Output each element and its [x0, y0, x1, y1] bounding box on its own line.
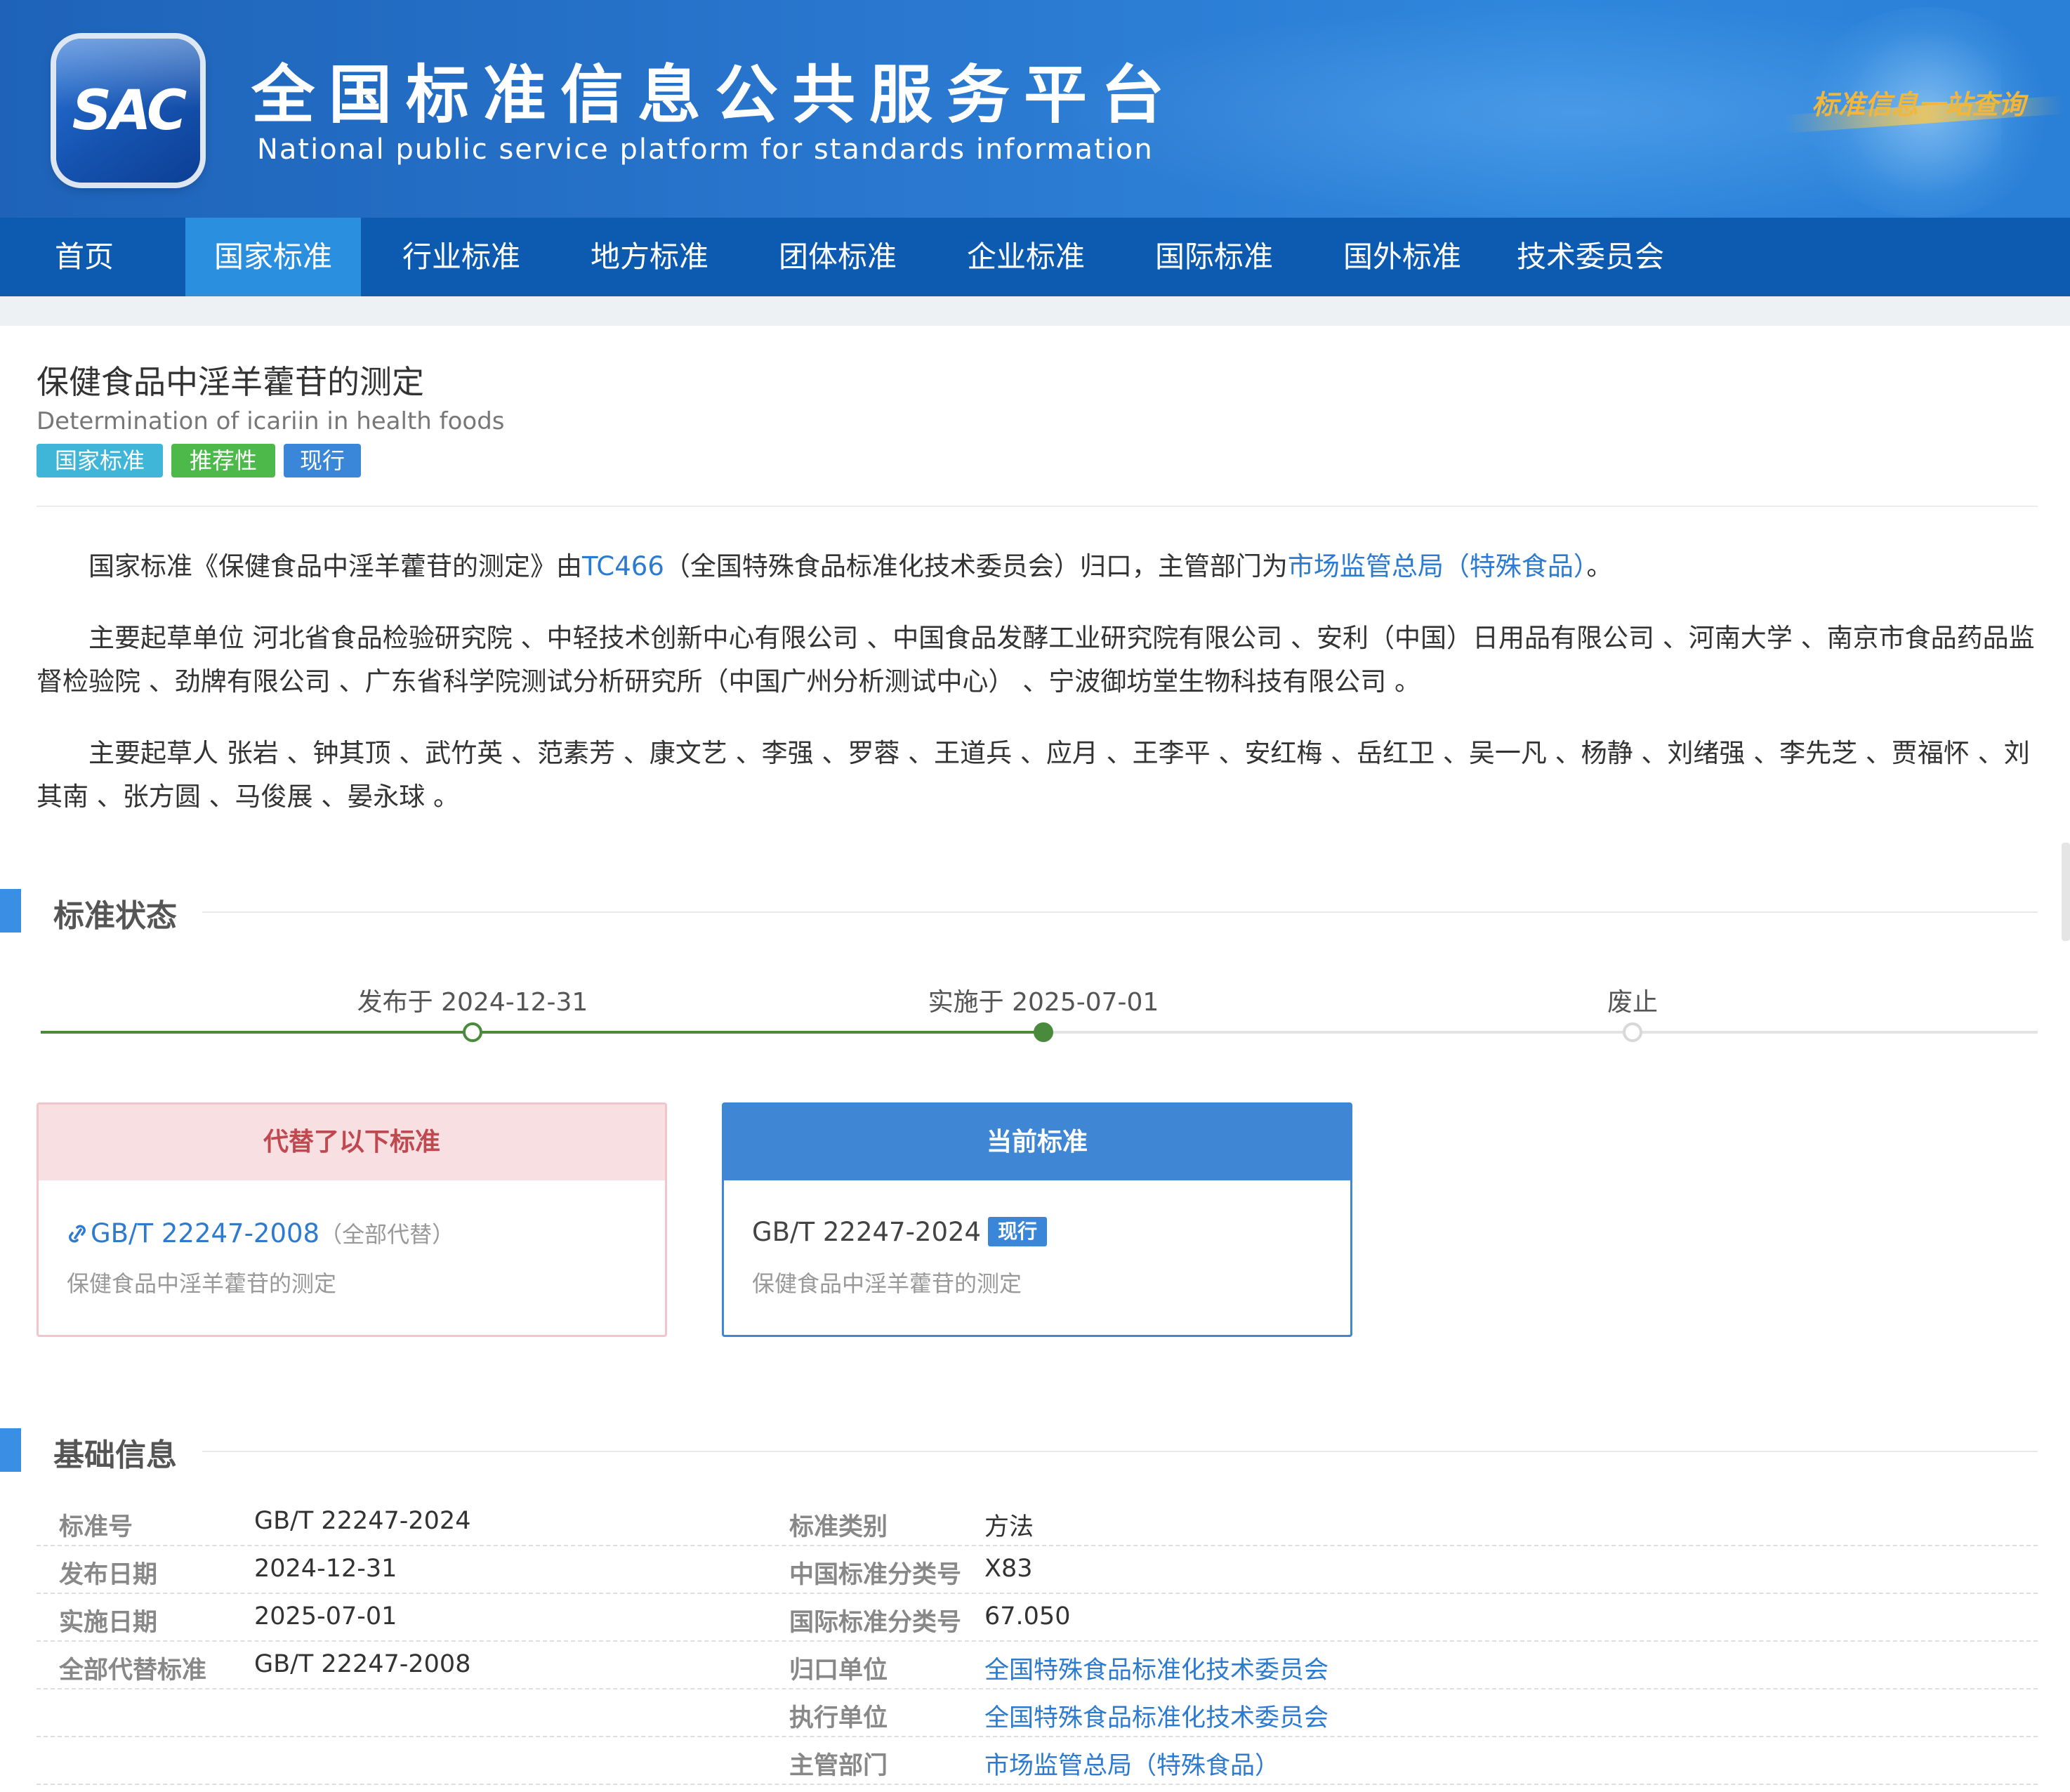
nav-item-local-standards[interactable]: 地方标准 — [562, 218, 737, 296]
badge-current: 现行 — [284, 444, 361, 477]
nav-item-technical-committees[interactable]: 技术委员会 — [1503, 218, 1678, 296]
current-standard-entry: GB/T 22247-2024 现行 — [752, 1217, 1048, 1247]
nav-item-national-standards[interactable]: 国家标准 — [185, 218, 361, 296]
timeline-dot-published — [463, 1022, 482, 1042]
timeline-remaining — [1043, 1031, 2038, 1034]
value-standard-number: GB/T 22247-2024 — [254, 1507, 471, 1535]
value-implement-date: 2025-07-01 — [254, 1602, 397, 1630]
description-paragraph-2: 主要起草单位 河北省食品检验研究院 、中轻技术创新中心有限公司 、中国食品发酵工… — [37, 617, 2036, 704]
site-header: SAC 全国标准信息公共服务平台 National public service… — [0, 0, 2070, 218]
timeline-progress — [41, 1031, 1043, 1034]
label-standard-category: 标准类别 — [789, 1513, 888, 1541]
site-subtitle: National public service platform for sta… — [257, 133, 1154, 166]
timeline-label-published: 发布于 2024-12-31 — [357, 988, 588, 1017]
nav-item-industry-standards[interactable]: 行业标准 — [374, 218, 549, 296]
sac-logo[interactable]: SAC — [56, 39, 200, 183]
label-ics-code: 国际标准分类号 — [789, 1609, 962, 1637]
logo-text: SAC — [72, 79, 187, 143]
badge-national-standard: 国家标准 — [37, 444, 163, 477]
label-ccs-code: 中国标准分类号 — [789, 1561, 962, 1589]
timeline-label-implemented: 实施于 2025-07-01 — [928, 988, 1159, 1017]
timeline-label-abolished: 废止 — [1607, 988, 1659, 1017]
label-competent-department: 主管部门 — [789, 1752, 888, 1780]
label-executing-unit: 执行单位 — [789, 1704, 888, 1732]
row-separator — [37, 1640, 2038, 1642]
value-publish-date: 2024-12-31 — [254, 1555, 397, 1583]
drafting-units: 主要起草单位 河北省食品检验研究院 、中轻技术创新中心有限公司 、中国食品发酵工… — [37, 623, 2035, 697]
timeline-dot-implemented — [1034, 1022, 1053, 1042]
label-publish-date: 发布日期 — [59, 1561, 158, 1589]
replaced-standard-card: 代替了以下标准 GB/T 22247-2008（全部代替） 保健食品中淫羊藿苷的… — [37, 1102, 667, 1337]
badge-recommended: 推荐性 — [171, 444, 275, 477]
desc-suffix: 。 — [1586, 551, 1613, 581]
value-executing-unit-link[interactable]: 全国特殊食品标准化技术委员会 — [984, 1698, 1329, 1734]
standard-title-english: Determination of icariin in health foods — [37, 407, 505, 435]
timeline-dot-abolished — [1623, 1022, 1642, 1042]
desc-prefix: 国家标准《保健食品中淫羊藿苷的测定》由 — [88, 551, 582, 581]
row-separator — [37, 1784, 2038, 1785]
current-card-header: 当前标准 — [724, 1105, 1350, 1180]
row-separator — [37, 1688, 2038, 1689]
section-line — [202, 911, 2038, 913]
value-ics-code: 67.050 — [984, 1602, 1071, 1630]
divider — [37, 506, 2038, 507]
scrollbar-thumb[interactable] — [2062, 843, 2070, 941]
site-slogan: 标准信息一站查询 — [1812, 88, 2026, 120]
nav-item-group-standards[interactable]: 团体标准 — [750, 218, 925, 296]
section-title-basic-info: 基础信息 — [53, 1437, 177, 1473]
nav-item-foreign-standards[interactable]: 国外标准 — [1314, 218, 1490, 296]
value-ccs-code: X83 — [984, 1555, 1033, 1583]
replaced-standard-code-link[interactable]: GB/T 22247-2008 — [91, 1218, 319, 1249]
replaced-standard-name: 保健食品中淫羊藿苷的测定 — [67, 1270, 337, 1297]
value-replaced-standard: GB/T 22247-2008 — [254, 1650, 471, 1678]
current-standard-card: 当前标准 GB/T 22247-2024 现行 保健食品中淫羊藿苷的测定 — [722, 1102, 1352, 1337]
nav-spacer — [0, 296, 2070, 326]
section-marker — [0, 1428, 21, 1472]
replaced-card-header: 代替了以下标准 — [39, 1105, 665, 1180]
current-status-badge: 现行 — [988, 1217, 1048, 1246]
nav-item-home[interactable]: 首页 — [28, 218, 140, 296]
drafters: 主要起草人 张岩 、钟其顶 、武竹英 、范素芳 、康文艺 、李强 、罗蓉 、王道… — [37, 738, 2030, 812]
value-competent-department-link[interactable]: 市场监管总局（特殊食品） — [984, 1746, 1279, 1781]
section-line — [202, 1451, 2038, 1452]
nav-item-enterprise-standards[interactable]: 企业标准 — [938, 218, 1114, 296]
description-paragraph-1: 国家标准《保健食品中淫羊藿苷的测定》由TC466（全国特殊食品标准化技术委员会）… — [37, 545, 2036, 588]
section-marker — [0, 889, 21, 933]
label-standard-number: 标准号 — [59, 1513, 133, 1541]
section-title-status: 标准状态 — [53, 898, 177, 934]
row-separator — [37, 1545, 2038, 1546]
label-responsible-unit: 归口单位 — [789, 1656, 888, 1685]
row-separator — [37, 1593, 2038, 1594]
value-standard-category: 方法 — [984, 1513, 1034, 1541]
tc466-link[interactable]: TC466 — [582, 551, 664, 581]
value-responsible-unit-link[interactable]: 全国特殊食品标准化技术委员会 — [984, 1650, 1329, 1686]
current-standard-code: GB/T 22247-2024 — [752, 1217, 982, 1247]
nav-item-international-standards[interactable]: 国际标准 — [1126, 218, 1302, 296]
row-separator — [37, 1736, 2038, 1737]
replaced-standard-entry: GB/T 22247-2008（全部代替） — [67, 1217, 454, 1253]
label-implement-date: 实施日期 — [59, 1609, 158, 1637]
description-paragraph-3: 主要起草人 张岩 、钟其顶 、武竹英 、范素芳 、康文艺 、李强 、罗蓉 、王道… — [37, 732, 2036, 819]
current-standard-name: 保健食品中淫羊藿苷的测定 — [752, 1270, 1022, 1297]
link-icon — [67, 1221, 88, 1253]
main-nav: 首页 国家标准 行业标准 地方标准 团体标准 企业标准 国际标准 国外标准 技术… — [0, 218, 2070, 296]
label-replaced-standard: 全部代替标准 — [59, 1656, 207, 1685]
site-title: 全国标准信息公共服务平台 — [251, 58, 1178, 132]
replaced-note: （全部代替） — [319, 1221, 455, 1248]
department-link[interactable]: 市场监管总局（特殊食品） — [1288, 551, 1587, 581]
desc-middle: （全国特殊食品标准化技术委员会）归口，主管部门为 — [664, 551, 1288, 581]
standard-title: 保健食品中淫羊藿苷的测定 — [37, 363, 424, 401]
